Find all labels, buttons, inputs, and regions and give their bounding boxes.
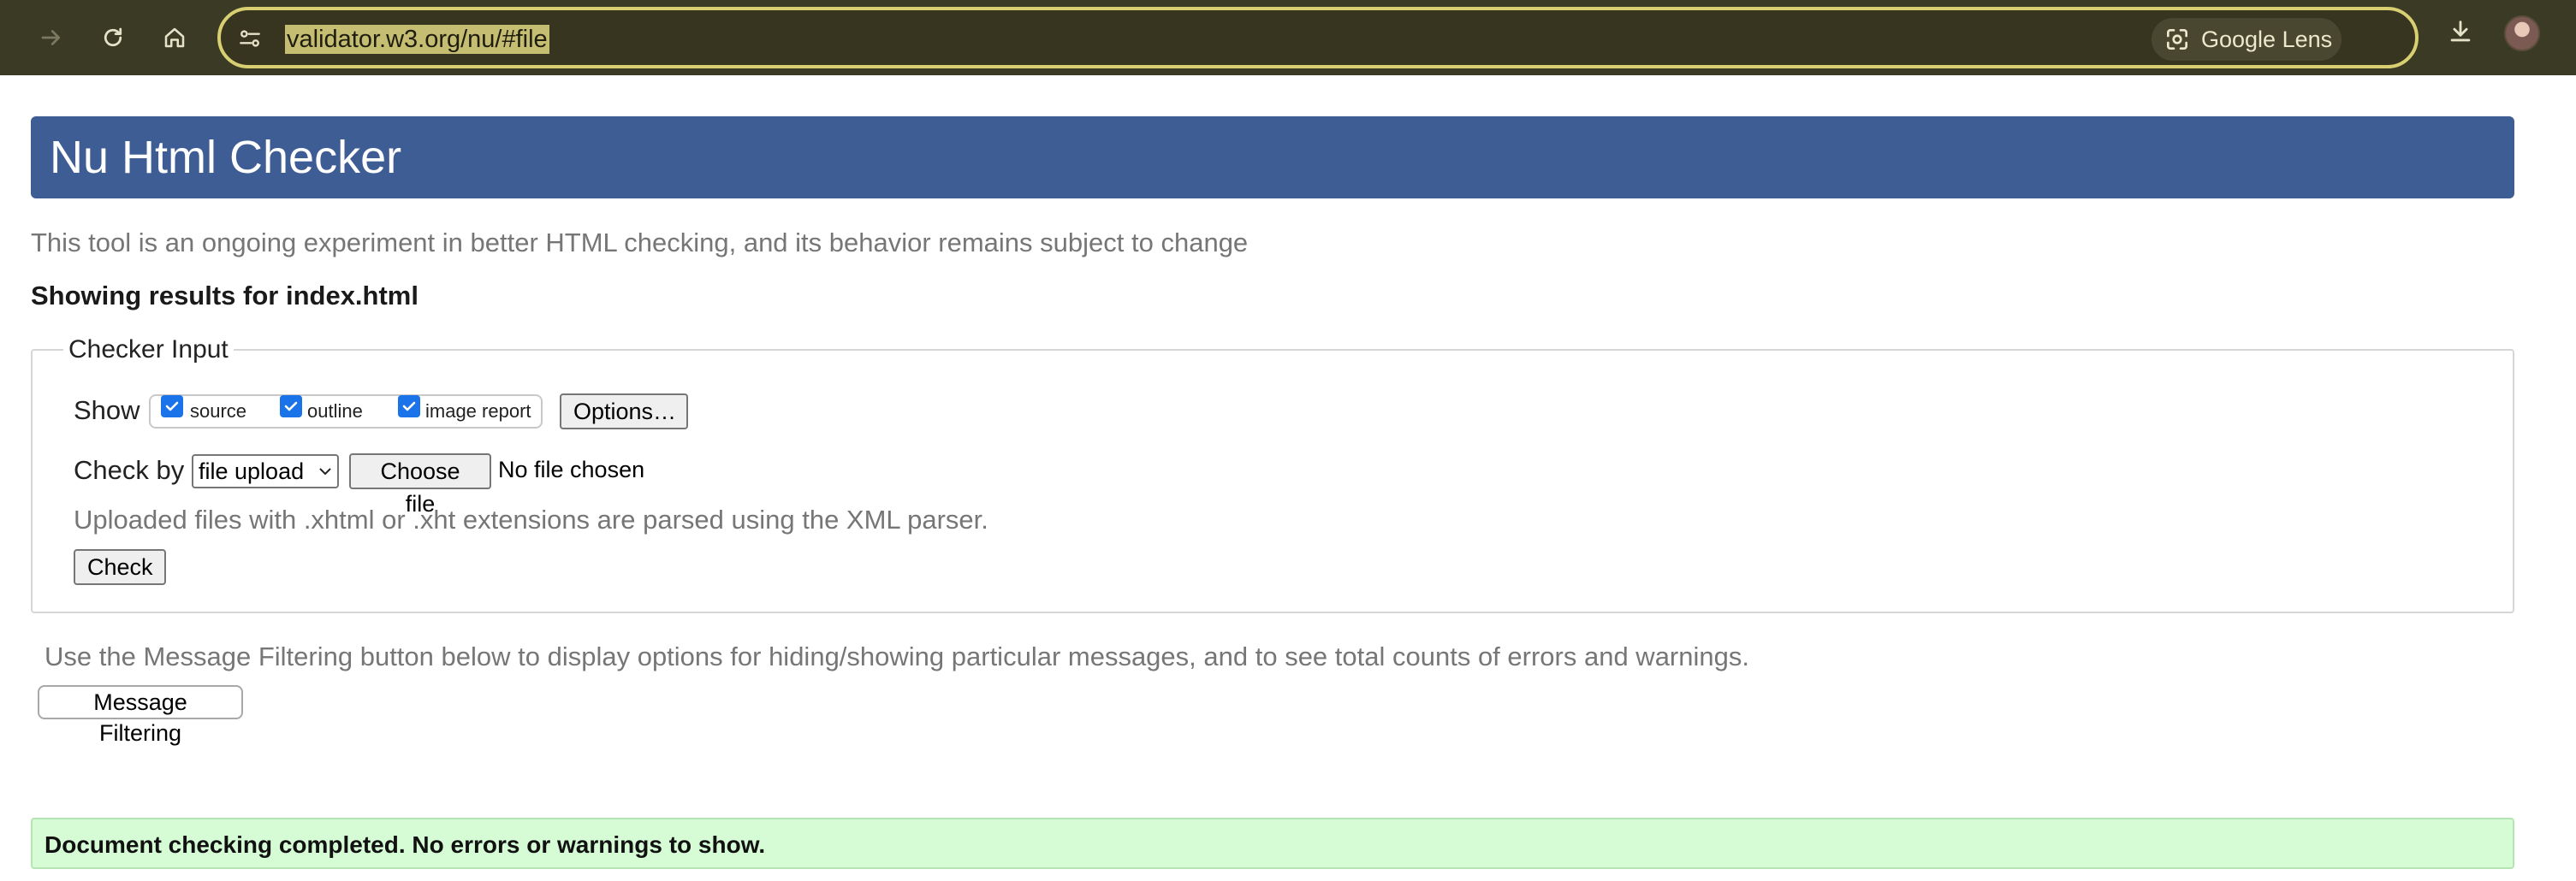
address-bar[interactable]: validator.w3.org/nu/#file Google Lens <box>217 7 2419 68</box>
page-header: Nu Html Checker <box>31 116 2514 198</box>
home-button[interactable] <box>151 14 199 62</box>
home-icon <box>164 27 185 48</box>
url-text[interactable]: validator.w3.org/nu/#file <box>285 25 549 54</box>
browser-toolbar: validator.w3.org/nu/#file Google Lens <box>0 0 2576 75</box>
file-status: No file chosen <box>498 457 645 482</box>
forward-button[interactable] <box>27 14 75 62</box>
google-lens-icon <box>2167 29 2187 50</box>
outline-checkbox[interactable] <box>280 395 302 417</box>
show-label: Show <box>74 395 140 425</box>
reload-button[interactable] <box>89 14 137 62</box>
chevron-down-icon <box>319 468 331 476</box>
tagline: This tool is an ongoing experiment in be… <box>31 228 1249 257</box>
status-text: Document checking completed. No errors o… <box>45 831 766 858</box>
google-lens-label: Google Lens <box>2201 26 2333 52</box>
source-checkbox[interactable] <box>161 395 183 417</box>
checkmark-icon <box>165 401 179 411</box>
status-message: Document checking completed. No errors o… <box>31 818 2514 869</box>
outline-label[interactable]: outline <box>307 400 363 423</box>
message-filtering-button[interactable]: Message Filtering <box>38 685 243 746</box>
forward-icon <box>41 30 61 45</box>
checker-input-legend: Checker Input <box>68 335 229 364</box>
options-button[interactable]: Options… <box>560 393 688 429</box>
checkmark-icon <box>284 401 298 411</box>
reload-icon <box>104 27 122 47</box>
choose-file-button[interactable]: Choose file <box>349 453 491 517</box>
check-by-select[interactable]: file upload <box>192 454 339 488</box>
image-report-label[interactable]: image report <box>425 400 531 423</box>
check-button[interactable]: Check <box>74 549 166 585</box>
results-heading: Showing results for index.html <box>31 281 418 310</box>
source-label[interactable]: source <box>190 400 246 423</box>
message-filtering-note: Use the Message Filtering button below t… <box>45 642 1749 671</box>
check-by-value: file upload <box>199 458 305 484</box>
site-info-icon[interactable] <box>236 25 264 52</box>
page-title: Nu Html Checker <box>50 132 402 183</box>
google-lens-button[interactable]: Google Lens <box>2152 18 2342 61</box>
check-by-label: Check by <box>74 455 185 485</box>
download-icon[interactable] <box>2446 17 2475 46</box>
image-report-checkbox[interactable] <box>398 395 420 417</box>
profile-avatar[interactable] <box>2504 15 2540 51</box>
checkmark-icon <box>402 401 416 411</box>
xml-parser-note: Uploaded files with .xhtml or .xht exten… <box>74 505 988 535</box>
